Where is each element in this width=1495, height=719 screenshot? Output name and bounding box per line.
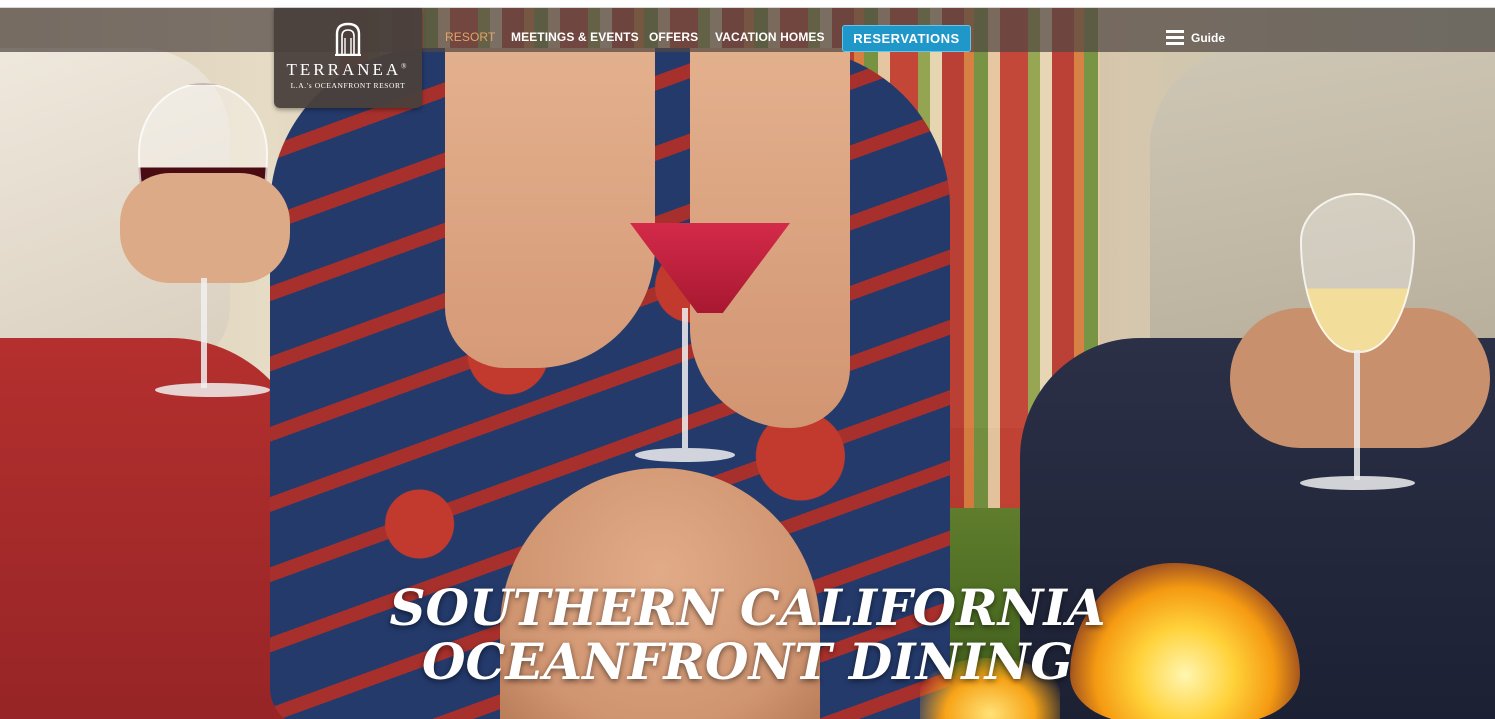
hero-image: SOUTHERN CALIFORNIA OCEANFRONT DINING (0, 8, 1495, 719)
guide-label: Guide (1191, 31, 1226, 45)
left-person-hand (120, 173, 290, 283)
terranea-logo[interactable]: TERRANEA® L.A.'s OCEANFRONT RESORT (274, 8, 422, 108)
cocktail-glass-base (635, 448, 735, 462)
main-navigation: RESORT MEETINGS & EVENTS OFFERS VACATION… (0, 8, 1495, 52)
headline-line-2: OCEANFRONT DINING (421, 632, 1074, 691)
hamburger-menu-icon (1166, 30, 1184, 46)
nav-item-offers[interactable]: OFFERS (649, 30, 698, 44)
logo-wordmark: TERRANEA® (274, 60, 422, 80)
nav-item-resort[interactable]: RESORT (445, 30, 495, 44)
white-wine-glass-stem (1354, 350, 1360, 480)
red-wine-glass-base (155, 383, 270, 397)
logo-tagline: L.A.'s OCEANFRONT RESORT (290, 81, 406, 90)
trademark: ® (401, 62, 410, 71)
arch-building-icon (335, 22, 361, 56)
guide-menu-button[interactable]: Guide (1166, 29, 1225, 47)
nav-item-vacation-homes[interactable]: VACATION HOMES (715, 30, 825, 44)
cocktail-glass-stem (682, 308, 688, 448)
headline-line-1: SOUTHERN CALIFORNIA (389, 578, 1106, 637)
hero-headline: SOUTHERN CALIFORNIA OCEANFRONT DINING (0, 581, 1495, 689)
red-wine-glass-stem (201, 278, 207, 388)
reservations-button[interactable]: RESERVATIONS (842, 25, 971, 52)
nav-item-meetings-events[interactable]: MEETINGS & EVENTS (511, 30, 639, 44)
white-wine-glass-base (1300, 476, 1415, 490)
woman-arm-left (445, 48, 655, 368)
brand-name: TERRANEA (286, 60, 402, 79)
browser-top-edge (0, 0, 1495, 8)
